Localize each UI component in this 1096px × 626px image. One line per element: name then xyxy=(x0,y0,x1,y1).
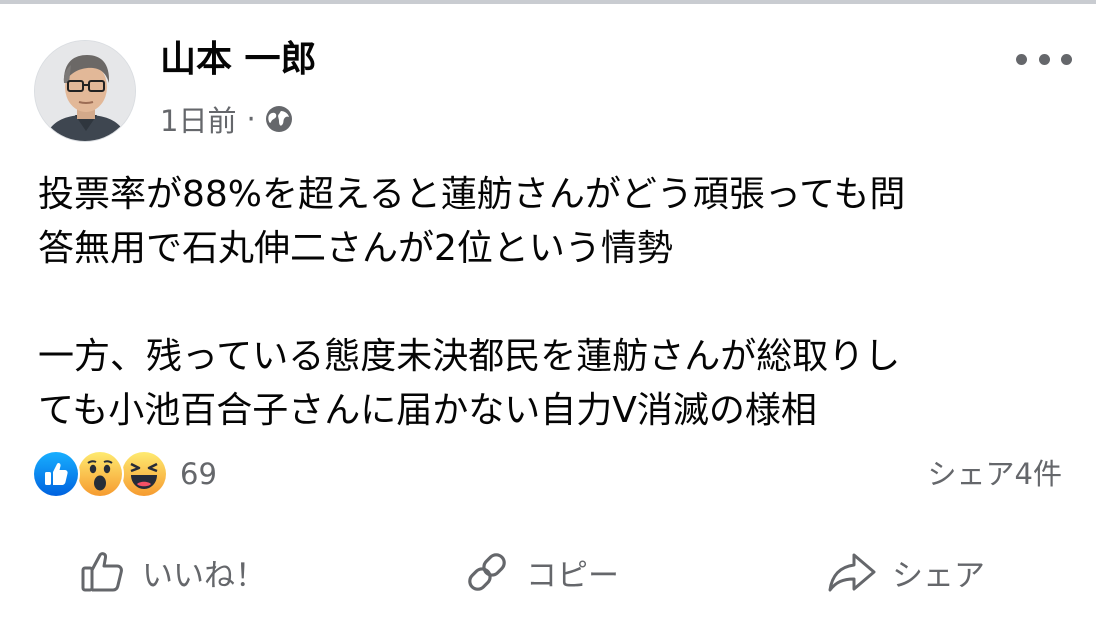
wow-reaction-icon xyxy=(76,450,124,498)
author-avatar[interactable] xyxy=(34,40,136,142)
post-text-line: 一方、残っている態度未決都民を蓮舫さんが総取りし xyxy=(38,336,901,377)
more-dot-icon xyxy=(1038,53,1050,65)
like-reaction-icon xyxy=(32,450,80,498)
share-count[interactable]: シェア4件 xyxy=(928,452,1062,496)
post-meta: 1日前 · xyxy=(160,98,294,140)
post-text-line: ても小池百合子さんに届かない自力V消滅の様相 xyxy=(38,390,817,431)
thumbs-up-icon xyxy=(78,547,142,597)
like-button[interactable]: いいね！ xyxy=(78,540,266,604)
meta-separator: · xyxy=(246,102,256,136)
post-card: 山本 一郎 1日前 · 投票率が88%を超えると蓮舫さんがどう頑張っても問 答無… xyxy=(0,0,1096,626)
reactions-summary[interactable]: 69 xyxy=(32,450,217,498)
reaction-count: 69 xyxy=(180,457,217,491)
post-text-blank-line xyxy=(38,276,1068,330)
post-text-line: 答無用で石丸伸二さんが2位という情勢 xyxy=(38,228,673,269)
haha-reaction-icon xyxy=(120,450,168,498)
globe-icon xyxy=(264,104,294,134)
share-button[interactable]: シェア xyxy=(826,540,985,604)
post-text-line: 投票率が88%を超えると蓮舫さんがどう頑張っても問 xyxy=(38,174,906,215)
link-icon xyxy=(462,547,526,597)
like-button-label: いいね！ xyxy=(142,557,266,594)
avatar-photo xyxy=(35,41,135,141)
post-action-bar: いいね！ コピー シェア xyxy=(0,540,1096,604)
author-name[interactable]: 山本 一郎 xyxy=(160,36,317,84)
share-button-label: シェア xyxy=(892,557,985,594)
copy-button-label: コピー xyxy=(526,557,619,594)
copy-button[interactable]: コピー xyxy=(462,540,619,604)
more-options-button[interactable] xyxy=(1016,46,1072,72)
share-arrow-icon xyxy=(826,547,892,597)
more-dot-icon xyxy=(1061,53,1072,65)
post-time[interactable]: 1日前 xyxy=(160,98,236,140)
more-dot-icon xyxy=(1016,53,1027,65)
post-body: 投票率が88%を超えると蓮舫さんがどう頑張っても問 答無用で石丸伸二さんが2位と… xyxy=(38,168,1068,438)
